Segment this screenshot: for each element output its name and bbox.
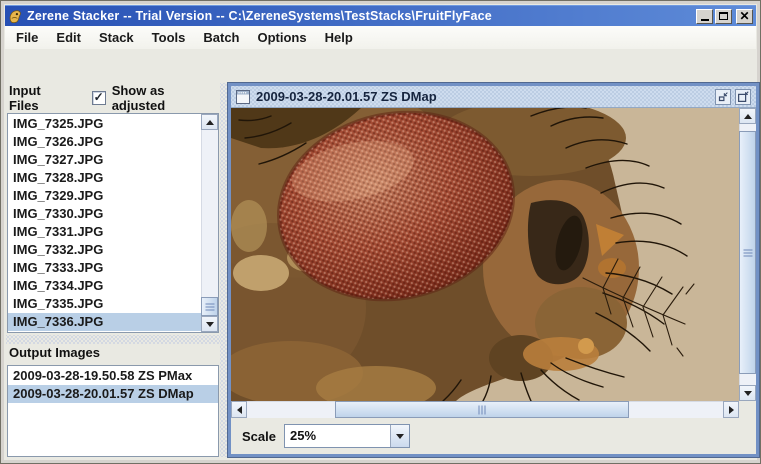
- maximize-icon: [719, 12, 728, 20]
- scale-label: Scale: [242, 429, 276, 444]
- app-window: Zerene Stacker -- Trial Version -- C:\Ze…: [0, 0, 761, 464]
- frame-maximize-button[interactable]: [735, 89, 751, 105]
- show-adjusted-control[interactable]: ✓ Show as adjusted: [92, 83, 221, 113]
- output-images-label: Output Images: [9, 345, 100, 360]
- input-scroll-thumb[interactable]: [201, 297, 218, 316]
- input-file-row[interactable]: IMG_7334.JPG: [8, 277, 201, 295]
- scale-dropdown-button[interactable]: [390, 425, 409, 447]
- menu-options[interactable]: Options: [249, 27, 316, 48]
- thumb-grip-icon: [479, 405, 486, 414]
- app-icon: [8, 9, 23, 24]
- input-files-list[interactable]: IMG_7325.JPG IMG_7326.JPG IMG_7327.JPG I…: [7, 113, 219, 333]
- menu-stack[interactable]: Stack: [90, 27, 143, 48]
- scale-combobox[interactable]: 25%: [284, 424, 410, 448]
- scroll-up-icon: [206, 120, 214, 125]
- scroll-left-button[interactable]: [231, 401, 247, 418]
- viewer-internal-frame: 2009-03-28-20.01.57 ZS DMap: [228, 83, 759, 457]
- minimize-button[interactable]: [696, 9, 713, 24]
- window-titlebar[interactable]: Zerene Stacker -- Trial Version -- C:\Ze…: [5, 5, 756, 26]
- scroll-left-icon: [237, 406, 242, 414]
- input-file-row[interactable]: IMG_7332.JPG: [8, 241, 201, 259]
- dropdown-arrow-icon: [396, 434, 404, 439]
- image-vscroll-thumb[interactable]: [739, 131, 756, 374]
- menu-batch[interactable]: Batch: [194, 27, 248, 48]
- input-file-row[interactable]: IMG_7333.JPG: [8, 259, 201, 277]
- menu-tools[interactable]: Tools: [143, 27, 195, 48]
- image-horizontal-scrollbar[interactable]: [231, 401, 739, 418]
- scroll-up-icon: [744, 114, 752, 119]
- scroll-up-button[interactable]: [201, 114, 218, 130]
- scroll-down-button[interactable]: [739, 385, 756, 401]
- scroll-right-icon: [729, 406, 734, 414]
- viewer-title: 2009-03-28-20.01.57 ZS DMap: [256, 89, 711, 104]
- stacked-image-view[interactable]: [231, 108, 739, 401]
- scroll-right-button[interactable]: [723, 401, 739, 418]
- minimize-icon: [701, 19, 709, 21]
- input-files-header: Input Files ✓ Show as adjusted: [9, 89, 221, 107]
- output-image-row[interactable]: 2009-03-28-20.01.57 ZS DMap: [8, 385, 218, 403]
- output-image-row[interactable]: 2009-03-28-19.50.58 ZS PMax: [8, 367, 218, 385]
- scroll-up-button[interactable]: [739, 108, 756, 124]
- input-file-row[interactable]: IMG_7327.JPG: [8, 151, 201, 169]
- show-adjusted-checkbox[interactable]: ✓: [92, 91, 106, 105]
- image-hscroll-thumb[interactable]: [335, 401, 629, 418]
- input-file-row[interactable]: IMG_7325.JPG: [8, 115, 201, 133]
- image-vertical-scrollbar[interactable]: [739, 108, 756, 401]
- input-file-row[interactable]: IMG_7335.JPG: [8, 295, 201, 313]
- output-images-list[interactable]: 2009-03-28-19.50.58 ZS PMax 2009-03-28-2…: [7, 365, 219, 457]
- scrollbar-corner: [739, 401, 756, 418]
- close-button[interactable]: ✕: [736, 9, 753, 24]
- horizontal-splitter[interactable]: [6, 335, 220, 344]
- input-file-row[interactable]: IMG_7326.JPG: [8, 133, 201, 151]
- scale-value: 25%: [285, 425, 390, 447]
- menu-help[interactable]: Help: [316, 27, 362, 48]
- show-adjusted-label: Show as adjusted: [112, 83, 221, 113]
- thumb-grip-icon: [205, 303, 214, 310]
- checkmark-icon: ✓: [94, 91, 104, 103]
- menu-bar: File Edit Stack Tools Batch Options Help: [5, 26, 756, 49]
- fruit-fly-photo: [231, 108, 739, 401]
- input-file-row[interactable]: IMG_7330.JPG: [8, 205, 201, 223]
- vertical-splitter[interactable]: [220, 83, 228, 457]
- input-list-scrollbar[interactable]: [201, 114, 218, 332]
- close-icon: ✕: [739, 10, 749, 22]
- thumb-grip-icon: [743, 249, 752, 256]
- input-file-row[interactable]: IMG_7331.JPG: [8, 223, 201, 241]
- scroll-down-icon: [744, 391, 752, 396]
- viewer-titlebar[interactable]: 2009-03-28-20.01.57 ZS DMap: [231, 86, 756, 108]
- input-file-row[interactable]: IMG_7329.JPG: [8, 187, 201, 205]
- input-files-label: Input Files: [9, 83, 74, 113]
- frame-minimize-button[interactable]: [715, 89, 731, 105]
- window-title: Zerene Stacker -- Trial Version -- C:\Ze…: [27, 9, 696, 23]
- input-file-row[interactable]: IMG_7336.JPG: [8, 313, 201, 331]
- internal-frame-icon: [236, 90, 250, 104]
- input-file-row[interactable]: IMG_7328.JPG: [8, 169, 201, 187]
- menu-edit[interactable]: Edit: [47, 27, 90, 48]
- scroll-down-icon: [206, 322, 214, 327]
- maximize-button[interactable]: [715, 9, 732, 24]
- scale-row: Scale 25%: [231, 418, 756, 454]
- scroll-down-button[interactable]: [201, 316, 218, 332]
- menu-file[interactable]: File: [7, 27, 47, 48]
